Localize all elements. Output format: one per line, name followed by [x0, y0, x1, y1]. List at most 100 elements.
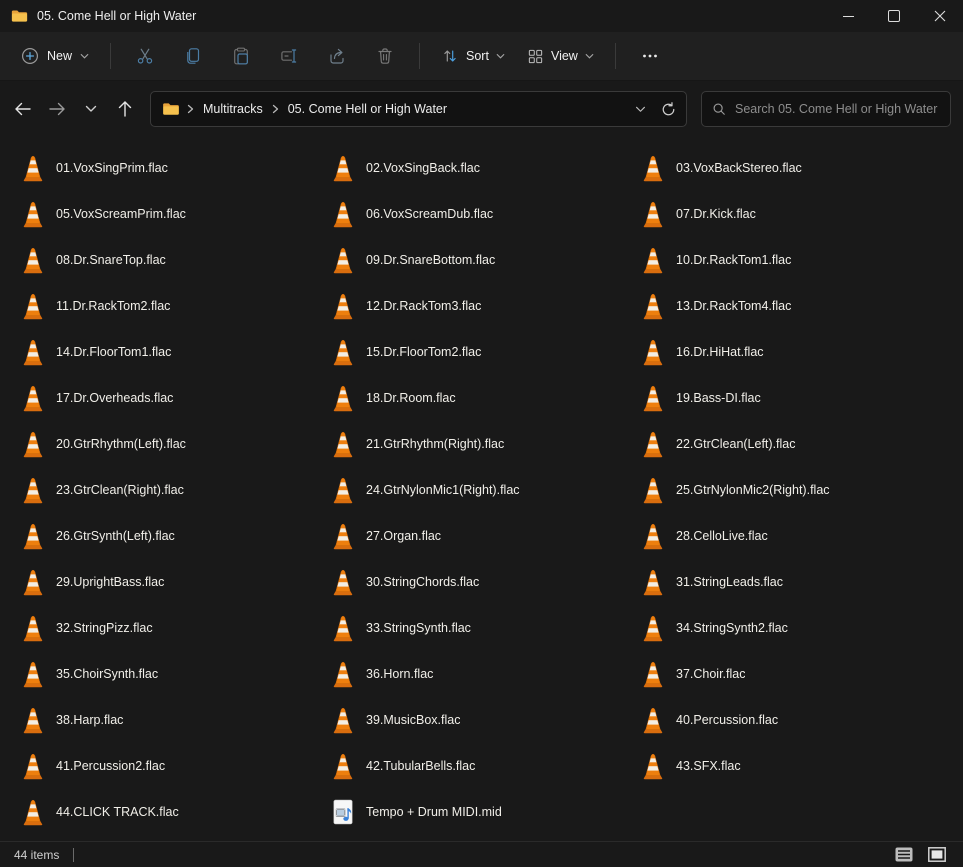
- details-view-toggle[interactable]: [892, 844, 916, 866]
- window-title: 05. Come Hell or High Water: [37, 9, 196, 23]
- rename-button[interactable]: [269, 38, 309, 74]
- toolbar-divider: [110, 43, 111, 69]
- file-item[interactable]: 10.Dr.RackTom1.flac: [632, 242, 942, 278]
- maximize-button[interactable]: [871, 0, 917, 32]
- more-options-button[interactable]: [630, 38, 670, 74]
- file-item[interactable]: 14.Dr.FloorTom1.flac: [12, 334, 322, 370]
- up-button[interactable]: [109, 93, 141, 125]
- midi-file-icon: [331, 798, 355, 826]
- file-item[interactable]: 36.Horn.flac: [322, 656, 632, 692]
- vlc-cone-icon: [641, 660, 665, 688]
- search-box[interactable]: [701, 91, 951, 127]
- file-item[interactable]: Tempo + Drum MIDI.mid: [322, 794, 632, 830]
- file-item[interactable]: 08.Dr.SnareTop.flac: [12, 242, 322, 278]
- vlc-cone-icon: [331, 338, 355, 366]
- file-name: 26.GtrSynth(Left).flac: [56, 529, 175, 543]
- copy-icon: [183, 46, 203, 66]
- vlc-cone-icon: [331, 200, 355, 228]
- file-item[interactable]: 29.UprightBass.flac: [12, 564, 322, 600]
- sort-button[interactable]: Sort: [432, 40, 514, 72]
- file-item[interactable]: 34.StringSynth2.flac: [632, 610, 942, 646]
- address-bar[interactable]: Multitracks 05. Come Hell or High Water: [150, 91, 687, 127]
- file-item[interactable]: 13.Dr.RackTom4.flac: [632, 288, 942, 324]
- file-item[interactable]: 27.Organ.flac: [322, 518, 632, 554]
- navigation-bar: Multitracks 05. Come Hell or High Water: [0, 81, 963, 137]
- refresh-button[interactable]: [654, 95, 682, 123]
- breadcrumb-chevron-icon[interactable]: [272, 104, 279, 114]
- file-item[interactable]: 42.TubularBells.flac: [322, 748, 632, 784]
- vlc-cone-icon: [21, 614, 45, 642]
- file-name: 33.StringSynth.flac: [366, 621, 471, 635]
- file-item[interactable]: 24.GtrNylonMic1(Right).flac: [322, 472, 632, 508]
- file-item[interactable]: 33.StringSynth.flac: [322, 610, 632, 646]
- file-item[interactable]: 35.ChoirSynth.flac: [12, 656, 322, 692]
- file-item[interactable]: 06.VoxScreamDub.flac: [322, 196, 632, 232]
- file-item[interactable]: 12.Dr.RackTom3.flac: [322, 288, 632, 324]
- vlc-cone-icon: [641, 246, 665, 274]
- new-button[interactable]: New: [10, 40, 100, 72]
- vlc-cone-icon: [21, 522, 45, 550]
- vlc-cone-icon: [641, 568, 665, 596]
- vlc-cone-icon: [641, 200, 665, 228]
- vlc-cone-icon: [331, 522, 355, 550]
- file-name: 13.Dr.RackTom4.flac: [676, 299, 791, 313]
- file-item[interactable]: 22.GtrClean(Left).flac: [632, 426, 942, 462]
- file-item[interactable]: 41.Percussion2.flac: [12, 748, 322, 784]
- search-icon: [712, 102, 726, 116]
- file-item[interactable]: 05.VoxScreamPrim.flac: [12, 196, 322, 232]
- file-item[interactable]: 25.GtrNylonMic2(Right).flac: [632, 472, 942, 508]
- cut-button[interactable]: [125, 38, 165, 74]
- file-item[interactable]: 21.GtrRhythm(Right).flac: [322, 426, 632, 462]
- file-item[interactable]: 37.Choir.flac: [632, 656, 942, 692]
- folder-icon: [162, 102, 180, 116]
- back-button[interactable]: [7, 93, 39, 125]
- file-item[interactable]: 19.Bass-DI.flac: [632, 380, 942, 416]
- breadcrumb-current-folder[interactable]: 05. Come Hell or High Water: [286, 99, 449, 119]
- file-item[interactable]: 18.Dr.Room.flac: [322, 380, 632, 416]
- breadcrumb-chevron-icon[interactable]: [187, 104, 194, 114]
- file-item[interactable]: 03.VoxBackStereo.flac: [632, 150, 942, 186]
- large-icons-view-icon: [928, 847, 946, 862]
- file-item[interactable]: 28.CelloLive.flac: [632, 518, 942, 554]
- file-name: 01.VoxSingPrim.flac: [56, 161, 168, 175]
- file-name: Tempo + Drum MIDI.mid: [366, 805, 502, 819]
- file-item[interactable]: 23.GtrClean(Right).flac: [12, 472, 322, 508]
- file-item[interactable]: 07.Dr.Kick.flac: [632, 196, 942, 232]
- paste-button[interactable]: [221, 38, 261, 74]
- file-item[interactable]: 31.StringLeads.flac: [632, 564, 942, 600]
- view-button[interactable]: View: [518, 41, 603, 72]
- file-item[interactable]: 38.Harp.flac: [12, 702, 322, 738]
- file-item[interactable]: 26.GtrSynth(Left).flac: [12, 518, 322, 554]
- vlc-cone-icon: [641, 614, 665, 642]
- minimize-button[interactable]: [825, 0, 871, 32]
- search-input[interactable]: [735, 102, 940, 116]
- file-item[interactable]: 43.SFX.flac: [632, 748, 942, 784]
- file-name: 21.GtrRhythm(Right).flac: [366, 437, 504, 451]
- file-name: 08.Dr.SnareTop.flac: [56, 253, 166, 267]
- file-item[interactable]: 11.Dr.RackTom2.flac: [12, 288, 322, 324]
- address-dropdown-button[interactable]: [626, 95, 654, 123]
- new-plus-icon: [21, 47, 39, 65]
- file-item[interactable]: 44.CLICK TRACK.flac: [12, 794, 322, 830]
- file-item[interactable]: 15.Dr.FloorTom2.flac: [322, 334, 632, 370]
- file-item[interactable]: 02.VoxSingBack.flac: [322, 150, 632, 186]
- file-item[interactable]: 39.MusicBox.flac: [322, 702, 632, 738]
- file-item[interactable]: 30.StringChords.flac: [322, 564, 632, 600]
- delete-button[interactable]: [365, 38, 405, 74]
- close-button[interactable]: [917, 0, 963, 32]
- file-item[interactable]: 40.Percussion.flac: [632, 702, 942, 738]
- file-item[interactable]: 20.GtrRhythm(Left).flac: [12, 426, 322, 462]
- breadcrumb-multitracks[interactable]: Multitracks: [201, 99, 265, 119]
- file-item[interactable]: 16.Dr.HiHat.flac: [632, 334, 942, 370]
- file-item[interactable]: 01.VoxSingPrim.flac: [12, 150, 322, 186]
- file-item[interactable]: 17.Dr.Overheads.flac: [12, 380, 322, 416]
- forward-button[interactable]: [41, 93, 73, 125]
- details-view-icon: [895, 847, 913, 862]
- large-icons-view-toggle[interactable]: [925, 844, 949, 866]
- file-item[interactable]: 32.StringPizz.flac: [12, 610, 322, 646]
- copy-button[interactable]: [173, 38, 213, 74]
- recent-locations-button[interactable]: [75, 93, 107, 125]
- file-name: 42.TubularBells.flac: [366, 759, 475, 773]
- share-button[interactable]: [317, 38, 357, 74]
- file-item[interactable]: 09.Dr.SnareBottom.flac: [322, 242, 632, 278]
